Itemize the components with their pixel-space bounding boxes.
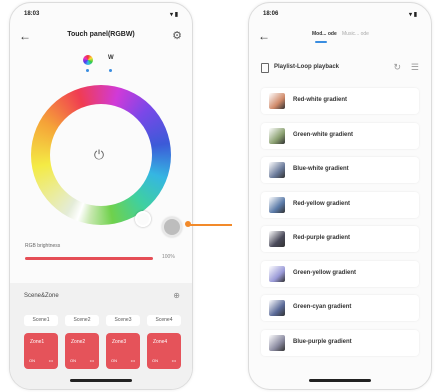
scene-button[interactable]: Scene1 (24, 315, 58, 326)
home-indicator (70, 379, 132, 382)
scene-button[interactable]: Scene4 (147, 315, 181, 326)
zone-more-icon[interactable]: ••• (131, 358, 135, 363)
item-label: Red-white gradient (293, 97, 348, 103)
tab-music[interactable]: Music... ode (342, 31, 369, 37)
playlist-item[interactable]: Green-white gradient (261, 122, 419, 149)
mode-selector: W (10, 53, 192, 75)
home-indicator (309, 379, 371, 382)
back-arrow-icon[interactable]: ← (258, 29, 270, 43)
playlist-icon (261, 63, 269, 73)
scene-button[interactable]: Scene2 (65, 315, 99, 326)
item-label: Green-cyan gradient (293, 304, 352, 310)
power-icon[interactable]: ⏻ (92, 148, 106, 162)
brightness-label: RGB brightness (25, 243, 61, 249)
zone-card[interactable]: Zone2 ON ••• (65, 333, 99, 369)
white-mode-indicator (109, 69, 112, 72)
brightness-slider[interactable] (25, 257, 153, 260)
playlist-item[interactable]: Red-white gradient (261, 88, 419, 114)
status-icons: ▾ ▮ (409, 12, 417, 18)
add-icon[interactable]: ⊕ (173, 291, 180, 300)
connector-line (190, 224, 232, 226)
playlist-item[interactable]: Green-yellow gradient (261, 260, 419, 287)
list-icon[interactable]: ☰ (411, 62, 419, 73)
brightness-value: 100% (162, 254, 175, 260)
zone-more-icon[interactable]: ••• (90, 358, 94, 363)
zone-on-toggle[interactable]: ON (152, 358, 158, 363)
active-tab-underline (315, 41, 327, 43)
status-time: 18:03 (24, 11, 40, 17)
playlist-item[interactable]: Red-purple gradient (261, 226, 419, 252)
mode-tabs: ← Mod... ode Music... ode (249, 29, 431, 47)
playlist-item[interactable]: Red-yellow gradient (261, 191, 419, 218)
color-wheel[interactable]: ⏻ (31, 85, 171, 227)
scene-zone-section: Scene&Zone ⊕ Scene1 Scene2 Scene3 Scene4… (10, 283, 192, 389)
settings-gear-icon[interactable]: ⚙ (172, 29, 182, 43)
zone-on-toggle[interactable]: ON (29, 358, 35, 363)
page-title: Touch panel(RGBW) (67, 31, 135, 38)
zone-name: Zone3 (112, 339, 127, 345)
loop-icon[interactable]: ↻ (393, 62, 401, 73)
header: ← Touch panel(RGBW) ⚙ (10, 29, 192, 47)
item-label: Green-yellow gradient (293, 269, 357, 276)
playlist-header: Playlist-Loop playback ↻ ☰ (249, 61, 431, 75)
playlist-item[interactable]: Blue-purple gradient (261, 329, 419, 356)
status-bar: 18:03 ▾ ▮ (10, 11, 192, 21)
zone-more-icon[interactable]: ••• (172, 358, 176, 363)
color-mode-icon[interactable] (83, 55, 93, 65)
zone-on-toggle[interactable]: ON (111, 358, 117, 363)
playlist-item[interactable]: Green-cyan gradient (261, 295, 419, 321)
zone-name: Zone4 (153, 339, 168, 345)
item-thumbnail (269, 231, 285, 247)
item-thumbnail (269, 162, 285, 178)
item-thumbnail (269, 196, 285, 213)
playlist-item[interactable]: Blue-white gradient (261, 157, 419, 183)
zone-card[interactable]: Zone1 ON ••• (24, 333, 58, 369)
playlist-title: Playlist-Loop playback (274, 64, 340, 70)
item-label: Blue-white gradient (293, 166, 349, 172)
color-wheel-knob[interactable] (135, 211, 151, 227)
item-label: Green-white gradient (293, 131, 354, 138)
item-label: Red-yellow gradient (293, 200, 351, 207)
status-time: 18:06 (263, 11, 279, 17)
zone-card[interactable]: Zone4 ON ••• (147, 333, 181, 369)
tab-mode[interactable]: Mod... ode (312, 31, 337, 37)
zone-name: Zone2 (71, 339, 86, 345)
playlist-screen: 18:06 ▾ ▮ ← Mod... ode Music... ode Play… (248, 2, 432, 390)
zone-card[interactable]: Zone3 ON ••• (106, 333, 140, 369)
item-thumbnail (269, 93, 285, 109)
item-thumbnail (269, 127, 285, 144)
item-thumbnail (269, 265, 285, 282)
zone-name: Zone1 (30, 339, 45, 345)
scene-button[interactable]: Scene3 (106, 315, 140, 326)
drag-handle[interactable] (162, 217, 182, 237)
item-label: Blue-purple gradient (293, 338, 352, 345)
item-thumbnail (269, 300, 285, 316)
zone-on-toggle[interactable]: ON (70, 358, 76, 363)
status-bar: 18:06 ▾ ▮ (249, 11, 431, 21)
white-mode-button[interactable]: W (108, 55, 114, 61)
item-label: Red-purple gradient (293, 235, 351, 241)
zone-more-icon[interactable]: ••• (49, 358, 53, 363)
color-mode-indicator (86, 69, 89, 72)
item-thumbnail (269, 334, 285, 351)
scene-zone-label: Scene&Zone (24, 293, 59, 299)
status-icons: ▾ ▮ (170, 12, 178, 18)
touch-panel-screen: 18:03 ▾ ▮ ← Touch panel(RGBW) ⚙ W ⏻ RGB … (9, 2, 193, 390)
